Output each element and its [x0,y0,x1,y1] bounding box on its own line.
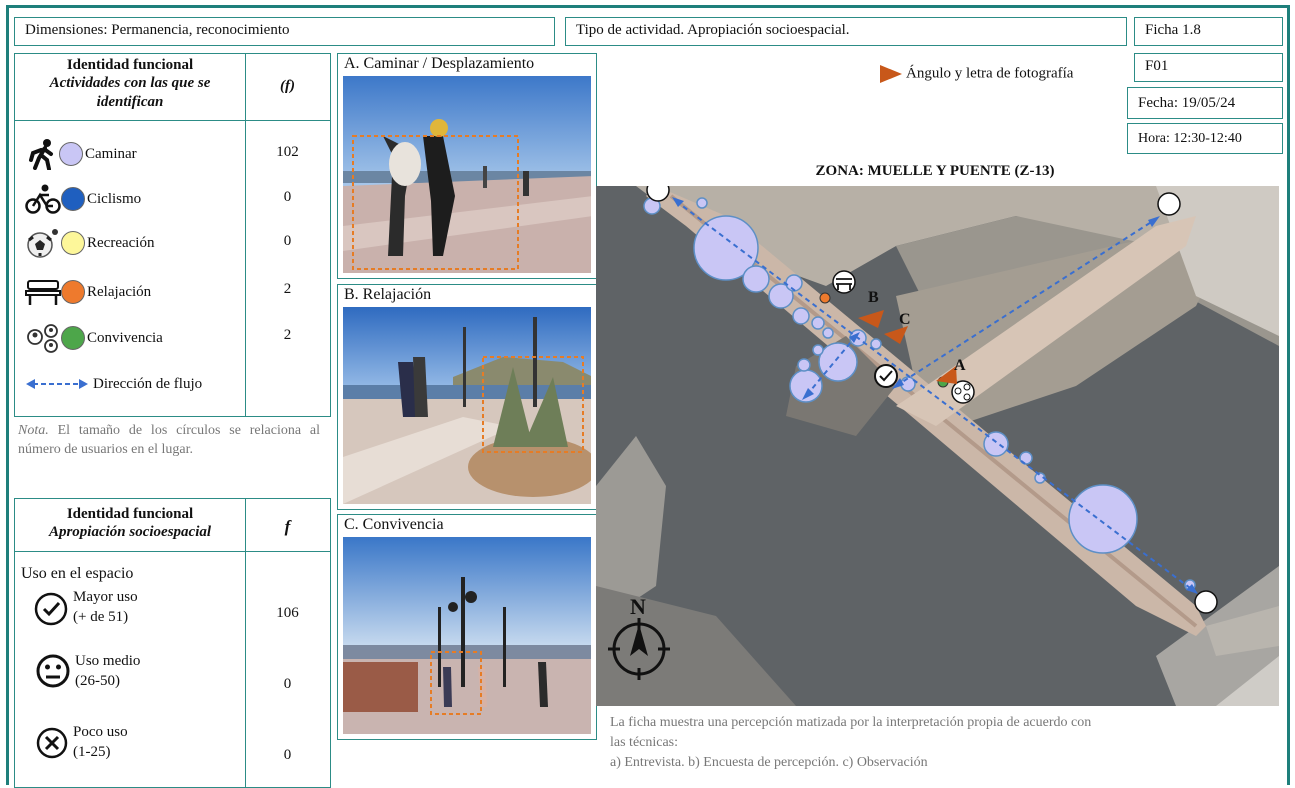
check-circle-icon [34,592,68,626]
appropriation-subtitle: Apropiación socioespacial [48,524,212,540]
methodology-caption: La ficha muestra una percepción matizada… [610,713,1280,773]
marker-a-label: A [954,357,966,374]
walk-color-dot [59,142,83,166]
date-text: Fecha: 19/05/24 [1138,95,1236,111]
table-divider [245,499,246,787]
activity-label: Convivencia [87,329,163,346]
activities-subtitle: Actividades con las que se identifican [49,75,211,110]
relaxation-color-dot [61,280,85,304]
walking-person-icon [29,139,53,170]
double-arrow-icon [26,379,88,389]
activities-header: Identidad funcional Actividades con las … [15,56,245,112]
sheet-number-box: Ficha 1.8 [1134,17,1283,46]
photo-angle-label: Ángulo y letra de fotografía [906,65,1074,82]
code-box: F01 [1134,53,1283,82]
flow-direction-legend: Dirección de flujo [25,364,202,404]
activity-row-coexistence: Convivencia [25,318,163,358]
activity-value: 0 [283,233,292,249]
use-label: Poco uso [73,724,128,740]
photo-panel-a: A. Caminar / Desplazamiento [337,53,597,279]
recreation-color-dot [61,231,85,255]
activity-value: 2 [283,281,292,297]
cycling-color-dot [61,187,85,211]
use-section-label: Uso en el espacio [21,565,134,582]
people-network-icon [27,324,58,353]
photo-title: A. Caminar / Desplazamiento [344,55,535,72]
photo-angle-legend: Ángulo y letra de fotografía [880,65,1073,83]
use-range: (26-50) [75,673,120,689]
activity-type-box: Tipo de actividad. Apropiación socioespa… [565,17,1127,46]
caption-line-1: La ficha muestra una percepción matizada… [610,715,1092,730]
table-divider [15,551,330,552]
marker-c-label: C [899,311,911,328]
activity-type-text: Tipo de actividad. Apropiación socioespa… [576,22,850,38]
f-header: f [284,517,291,536]
date-box: Fecha: 19/05/24 [1127,87,1283,119]
dimensions-text: Dimensiones: Permanencia, reconocimiento [25,22,290,38]
north-label: N [630,594,646,619]
caption-line-2: las técnicas: [610,735,679,750]
photo-coexistence [343,537,591,734]
frequency-header: (f) [280,78,295,94]
photo-panel-c: C. Convivencia [337,514,597,740]
table-divider [15,120,330,121]
use-label: Uso medio [75,653,141,669]
coexistence-color-dot [61,326,85,350]
activity-label: Ciclismo [87,190,142,207]
time-box: Hora: 12:30-12:40 [1127,123,1283,154]
use-value: 106 [276,605,299,621]
activity-value: 102 [276,144,299,160]
photo-title: B. Relajación [344,286,432,303]
use-label: Mayor uso [73,589,138,605]
flow-label: Dirección de flujo [93,375,203,392]
x-circle-icon [36,727,68,759]
dimensions-box: Dimensiones: Permanencia, reconocimiento [14,17,555,46]
activity-row-recreation: Recreación [25,223,154,263]
activities-table: Identidad funcional Actividades con las … [14,53,331,417]
map-check-marker [874,364,898,388]
map-people-marker [951,380,975,404]
soccer-ball-icon [27,229,58,258]
use-value: 0 [283,676,292,692]
activity-value: 0 [283,189,292,205]
use-value: 0 [283,747,292,763]
activity-label: Relajación [87,283,152,300]
photo-angle-arrow-icon [880,65,902,83]
use-row-medium: Uso medio (26-50) [35,651,140,691]
sheet-code: F01 [1145,58,1169,74]
caption-line-3: a) Entrevista. b) Encuesta de percepción… [610,755,928,770]
use-range: (1-25) [73,744,111,760]
photo-title: C. Convivencia [344,516,444,533]
appropriation-table: Identidad funcional Apropiación socioesp… [14,498,331,788]
neutral-face-icon [36,654,70,688]
circle-size-note: Nota. El tamaño de los círculos se relac… [18,421,320,459]
bicycle-icon [25,184,61,214]
photo-walking [343,76,591,273]
use-row-high: Mayor uso (+ de 51) [33,587,138,627]
activity-value: 2 [283,327,292,343]
activity-row-walk: Caminar [25,134,137,174]
aerial-map: B C A N [596,186,1279,706]
sheet-number: Ficha 1.8 [1145,22,1201,38]
bench-icon [25,280,61,305]
photo-panel-b: B. Relajación [337,284,597,510]
appropriation-header: Identidad funcional Apropiación socioesp… [15,505,245,542]
activity-label: Caminar [85,145,137,162]
photo-relaxation [343,307,591,504]
activity-row-relaxation: Relajación [25,272,151,312]
activity-row-cycling: Ciclismo [25,179,141,219]
use-row-low: Poco uso (1-25) [35,722,128,762]
use-range: (+ de 51) [73,609,129,625]
map-bench-marker [832,270,856,294]
note-prefix: Nota. [18,423,49,438]
activity-label: Recreación [87,234,155,251]
appropriation-title: Identidad funcional [66,506,194,522]
zone-title: ZONA: MUELLE Y PUENTE (Z-13) [815,163,1055,179]
activities-title: Identidad funcional [66,57,194,73]
time-text: Hora: 12:30-12:40 [1138,131,1242,146]
note-text: El tamaño de los círculos se relaciona a… [18,423,320,457]
marker-b-label: B [868,289,879,306]
